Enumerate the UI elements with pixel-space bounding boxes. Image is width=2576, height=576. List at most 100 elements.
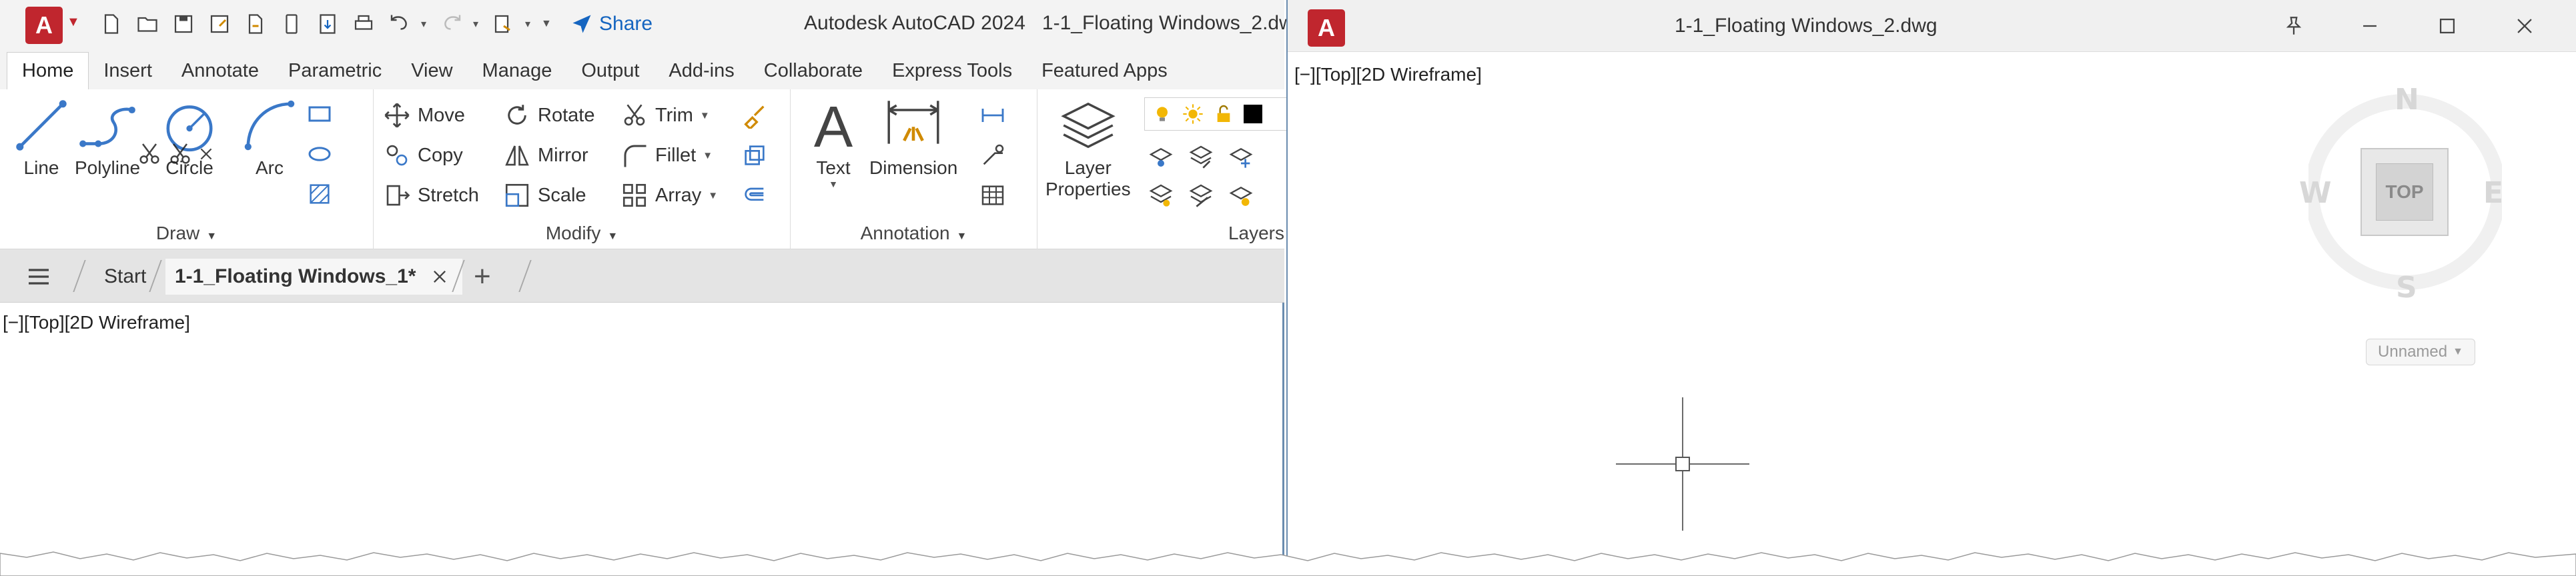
dimension-icon (887, 101, 939, 144)
viewcube[interactable]: N S E W TOP (2299, 73, 2503, 313)
layer-isolate-icon[interactable] (1146, 141, 1176, 172)
table-icon[interactable] (977, 180, 1008, 211)
ribbon-tab-home[interactable]: Home (7, 52, 89, 89)
erase-icon[interactable] (739, 100, 770, 131)
share-file-icon[interactable] (241, 9, 270, 39)
ribbon-tab-output[interactable]: Output (566, 52, 654, 89)
tab-active-drawing[interactable]: 1-1_Floating Windows_1* (165, 259, 463, 295)
layer-dropdown[interactable] (1144, 97, 1291, 131)
unlock-icon (1217, 105, 1230, 122)
draw-panel-title[interactable]: Draw ▼ (0, 223, 373, 244)
pin-icon[interactable] (2275, 9, 2312, 43)
copy-icon (386, 145, 408, 166)
minimize-icon[interactable] (2351, 9, 2389, 43)
ribbon-tab-express-tools[interactable]: Express Tools (877, 52, 1027, 89)
customize-qat-icon[interactable]: ▼ (541, 18, 552, 30)
new-file-icon[interactable] (97, 9, 126, 39)
close-icon[interactable] (2506, 9, 2543, 43)
dimension-button[interactable]: Dimension (869, 95, 957, 179)
mirror-button[interactable]: Mirror (503, 141, 588, 169)
ribbon-tab-manage[interactable]: Manage (468, 52, 567, 89)
array-button[interactable]: Array ▼ (620, 181, 718, 209)
ribbon-tab-add-ins[interactable]: Add-ins (654, 52, 749, 89)
polyline-button[interactable]: Polyline (75, 95, 140, 179)
layer-match-icon[interactable] (1186, 141, 1216, 172)
compass-south[interactable]: S (2396, 271, 2417, 305)
trim-button[interactable]: Trim ▼ (620, 101, 710, 129)
close-icon[interactable] (430, 267, 449, 286)
tab-start[interactable]: Start (95, 259, 155, 295)
fillet-button[interactable]: Fillet ▼ (620, 141, 713, 169)
explode-icon[interactable] (739, 140, 770, 171)
save-icon[interactable] (169, 9, 198, 39)
scale-button[interactable]: Scale (503, 181, 586, 209)
chevron-down-icon[interactable]: ▾ (473, 17, 482, 31)
ribbon-tab-collaborate[interactable]: Collaborate (749, 52, 877, 89)
application-menu-button[interactable]: A (25, 7, 63, 44)
array-icon (622, 183, 647, 207)
compass-east[interactable]: E (2483, 176, 2503, 210)
line-button[interactable]: Line (11, 95, 72, 179)
undo-icon[interactable] (385, 9, 414, 39)
ribbon-tab-annotate[interactable]: Annotate (167, 52, 274, 89)
copy-button[interactable]: Copy (383, 141, 463, 169)
chevron-down-icon[interactable]: ▾ (421, 17, 430, 31)
send-icon (572, 15, 591, 33)
ribbon-tab-insert[interactable]: Insert (89, 52, 167, 89)
new-tab-button[interactable]: + (474, 259, 491, 295)
scale-icon (505, 183, 529, 207)
floating-window-title: 1-1_Floating Windows_2.dwg (1675, 15, 1938, 37)
move-button[interactable]: Move (383, 101, 465, 129)
chevron-down-icon[interactable]: ▾ (525, 17, 534, 31)
rectangle-icon[interactable] (304, 99, 335, 129)
ribbon-tab-view[interactable]: View (396, 52, 467, 89)
ribbon-tab-featured-apps[interactable]: Featured Apps (1027, 52, 1182, 89)
hatch-icon[interactable] (304, 179, 335, 209)
annotation-panel: A Text ▼ Dimension Annotation ▼ (791, 89, 1037, 249)
layer-properties-button[interactable]: Layer Properties (1045, 95, 1131, 200)
publish-icon[interactable] (313, 9, 342, 39)
compass-west[interactable]: W (2299, 176, 2332, 210)
mobile-icon[interactable] (277, 9, 306, 39)
compass-north[interactable]: N (2395, 83, 2419, 117)
ellipse-icon[interactable] (304, 139, 335, 169)
stretch-button[interactable]: Stretch (383, 181, 479, 209)
layers-panel: Layer Properties Layers (1037, 89, 1291, 249)
layer-freeze-icon[interactable] (1226, 141, 1256, 172)
layer-state-icon[interactable] (1146, 180, 1176, 211)
viewcube-box[interactable]: TOP (2360, 148, 2449, 236)
share-button[interactable]: Share (570, 9, 653, 39)
linear-dimension-icon[interactable] (977, 100, 1008, 131)
workspace-icon[interactable] (489, 9, 518, 39)
modify-panel-title[interactable]: Modify ▼ (374, 223, 790, 244)
text-button[interactable]: A Text ▼ (803, 95, 864, 189)
plot-icon[interactable] (349, 9, 378, 39)
maximize-icon[interactable] (2429, 9, 2466, 43)
stretch-icon (386, 185, 410, 206)
offset-icon[interactable] (739, 180, 770, 211)
floating-viewport-controls-label[interactable]: [−][Top][2D Wireframe] (1294, 64, 1482, 85)
open-folder-icon[interactable] (133, 9, 162, 39)
layer-walk-icon[interactable] (1186, 180, 1216, 211)
torn-edge (0, 551, 2576, 576)
window-title: Autodesk AutoCAD 2024 1-1_Floating Windo… (804, 12, 1305, 34)
annotation-panel-title[interactable]: Annotation ▼ (791, 223, 1037, 244)
viewcube-top-face[interactable]: TOP (2376, 163, 2433, 221)
ribbon-tab-parametric[interactable]: Parametric (274, 52, 396, 89)
viewport-controls-label[interactable]: [−][Top][2D Wireframe] (3, 312, 190, 333)
trim-icon (139, 143, 159, 164)
leader-icon[interactable] (977, 140, 1008, 171)
hamburger-menu-icon[interactable] (25, 259, 52, 295)
arc-button[interactable]: Arc (239, 95, 300, 179)
move-icon (384, 103, 410, 128)
chevron-down-icon[interactable]: ▼ (67, 15, 80, 30)
tab-active-label: 1-1_Floating Windows_1* (175, 265, 416, 287)
layers-panel-title[interactable]: Layers (1204, 223, 1284, 244)
rotate-button[interactable]: Rotate (503, 101, 594, 129)
ucs-menu[interactable]: Unnamed ▼ (2366, 339, 2475, 365)
sun-icon (1183, 104, 1203, 124)
layer-thaw-icon[interactable] (1226, 180, 1256, 211)
save-as-icon[interactable] (205, 9, 234, 39)
redo-icon[interactable] (437, 9, 466, 39)
quick-access-toolbar: ▾ ▾ ▾ ▼ (97, 9, 552, 39)
